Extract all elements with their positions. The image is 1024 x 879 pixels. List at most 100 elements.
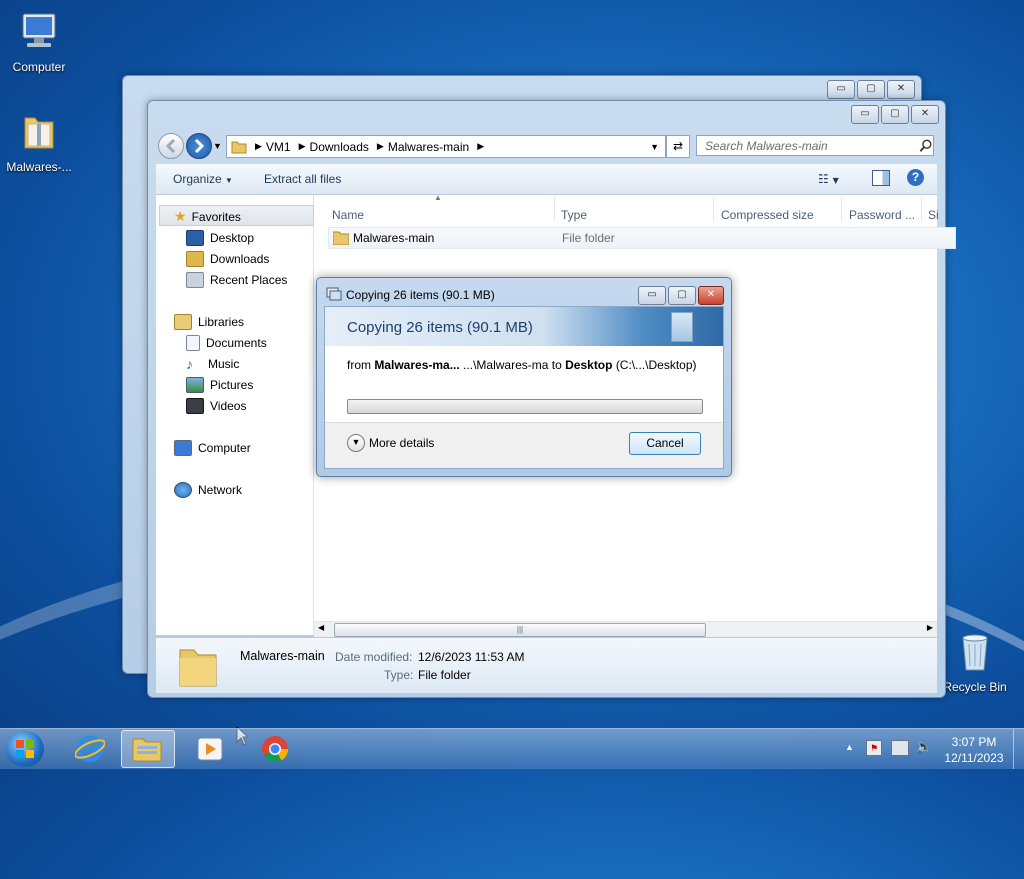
copy-from-to-line: from Malwares-ma... ...\Malwares-ma to D… [347, 358, 697, 372]
desktop-icon-malwares-zip[interactable]: Malwares-... [1, 110, 77, 174]
details-type-value: File folder [418, 668, 471, 682]
volume-muted-icon[interactable]: 🔈 [916, 739, 932, 755]
maximize-button[interactable]: ▢ [857, 80, 885, 99]
desktop-icon-computer[interactable]: Computer [1, 10, 77, 74]
refresh-button[interactable]: ⇄ [666, 135, 690, 158]
breadcrumb-vm1[interactable]: VM1 [266, 140, 291, 154]
nav-music[interactable]: ♪ Music [186, 356, 239, 372]
maximize-button[interactable]: ▢ [881, 105, 909, 124]
column-header-password[interactable]: Password ... [849, 208, 915, 222]
refresh-icon: ⇄ [672, 139, 684, 153]
horizontal-scrollbar[interactable]: ◀ ||| ▶ [314, 621, 937, 637]
copy-progress-dialog[interactable]: Copying 26 items (90.1 MB) ▭ ▢ ✕ Copying… [316, 277, 732, 477]
minimize-button[interactable]: ▭ [638, 286, 666, 305]
action-center-icon[interactable]: ⚑ [866, 740, 882, 756]
details-name: Malwares-main [240, 649, 325, 663]
column-header-type[interactable]: Type [561, 208, 587, 222]
more-details-toggle[interactable]: ▼ More details [347, 434, 434, 452]
nav-downloads[interactable]: Downloads [186, 251, 269, 267]
taskbar-windows-explorer[interactable] [121, 730, 175, 768]
desktop-icon-label: Recycle Bin [943, 680, 1007, 694]
column-divider [921, 197, 922, 221]
minimize-button[interactable]: ▭ [851, 105, 879, 124]
breadcrumb-separator-icon[interactable]: ▶ [477, 141, 484, 152]
view-options-button[interactable]: ☷ ▼ [818, 172, 839, 186]
column-divider [554, 197, 555, 221]
column-header-name[interactable]: Name [332, 208, 364, 222]
destination-name[interactable]: Desktop [565, 358, 612, 372]
row-type: File folder [562, 231, 615, 245]
source-name[interactable]: Malwares-ma... [374, 358, 459, 372]
folder-library-icon [132, 738, 162, 762]
column-header-compressed-size[interactable]: Compressed size [721, 208, 814, 222]
minimize-button[interactable]: ▭ [827, 80, 855, 99]
show-desktop-button[interactable] [1013, 729, 1024, 769]
media-player-icon [197, 737, 223, 761]
breadcrumb-malwares-main[interactable]: Malwares-main [388, 140, 469, 154]
dialog-header-band: Copying 26 items (90.1 MB) [325, 307, 723, 346]
breadcrumb-separator-icon[interactable]: ▶ [377, 141, 384, 152]
close-button[interactable]: ✕ [698, 286, 724, 305]
folder-icon [333, 231, 349, 245]
dialog-body: Copying 26 items (90.1 MB) from Malwares… [324, 306, 724, 469]
show-hidden-icons-button[interactable]: ▲ [845, 742, 854, 752]
clock[interactable]: 3:07 PM 12/11/2023 [940, 734, 1008, 766]
address-bar[interactable]: ▶ VM1 ▶ Downloads ▶ Malwares-main ▶ ▼ [226, 135, 666, 158]
extract-all-button[interactable]: Extract all files [264, 172, 341, 186]
row-name: Malwares-main [353, 231, 435, 245]
dialog-footer: ▼ More details Cancel [325, 422, 723, 468]
copy-document-icon [671, 312, 693, 342]
forward-button[interactable] [186, 133, 212, 159]
column-header-size[interactable]: Si [928, 208, 939, 222]
start-button[interactable] [6, 731, 44, 767]
desktop-icon-recycle-bin[interactable]: Recycle Bin [937, 630, 1013, 694]
back-button[interactable] [158, 133, 184, 159]
nav-label: Documents [206, 336, 267, 350]
nav-pictures[interactable]: Pictures [186, 377, 253, 393]
arrow-left-icon [165, 138, 176, 154]
nav-desktop[interactable]: Desktop [186, 230, 254, 246]
breadcrumb-separator-icon[interactable]: ▶ [255, 141, 262, 152]
details-date-label: Date modified: [335, 650, 413, 664]
caption-buttons: ▭ ▢ ✕ [827, 80, 915, 99]
scroll-right-icon[interactable]: ▶ [927, 623, 933, 632]
search-icon[interactable] [919, 139, 933, 153]
recent-places-icon [186, 272, 204, 288]
search-input[interactable]: Search Malwares-main [696, 135, 934, 156]
nav-label: Music [208, 357, 240, 371]
taskbar-media-player[interactable] [190, 731, 230, 767]
libraries-icon [174, 314, 192, 330]
nav-recent-places[interactable]: Recent Places [186, 272, 287, 288]
nav-videos[interactable]: Videos [186, 398, 246, 414]
taskbar-chrome[interactable] [255, 731, 295, 767]
table-row[interactable]: Malwares-main File folder [328, 227, 956, 249]
copy-progress-bar [347, 399, 703, 414]
network-tray-icon[interactable] [891, 740, 909, 756]
taskbar-internet-explorer[interactable] [70, 731, 110, 767]
scroll-left-icon[interactable]: ◀ [318, 623, 324, 632]
details-pane: Malwares-main Date modified: 12/6/2023 1… [156, 637, 937, 693]
taskbar: ▲ ⚑ 🔈 3:07 PM 12/11/2023 [0, 728, 1024, 769]
maximize-button[interactable]: ▢ [668, 286, 696, 305]
close-button[interactable]: ✕ [887, 80, 915, 99]
help-icon[interactable]: ? [907, 169, 924, 186]
nav-label: Recent Places [210, 273, 288, 287]
internet-explorer-icon [74, 735, 106, 763]
copy-window-icon [326, 287, 342, 301]
star-icon: ★ [174, 208, 187, 224]
address-dropdown-icon[interactable]: ▼ [650, 142, 659, 152]
nav-computer[interactable]: Computer [174, 440, 251, 456]
breadcrumb-downloads[interactable]: Downloads [310, 140, 369, 154]
nav-documents[interactable]: Documents [186, 335, 267, 351]
nav-libraries[interactable]: Libraries [174, 314, 244, 330]
organize-label: Organize [173, 172, 222, 186]
close-button[interactable]: ✕ [911, 105, 939, 124]
preview-pane-icon[interactable] [872, 170, 890, 186]
organize-button[interactable]: Organize ▼ [173, 172, 233, 186]
scroll-thumb[interactable]: ||| [334, 623, 706, 637]
nav-network[interactable]: Network [174, 482, 242, 498]
cancel-button[interactable]: Cancel [629, 432, 701, 455]
breadcrumb-separator-icon[interactable]: ▶ [299, 141, 306, 152]
recent-pages-dropdown[interactable]: ▼ [213, 141, 222, 151]
nav-favorites[interactable]: ★ Favorites [174, 208, 241, 225]
